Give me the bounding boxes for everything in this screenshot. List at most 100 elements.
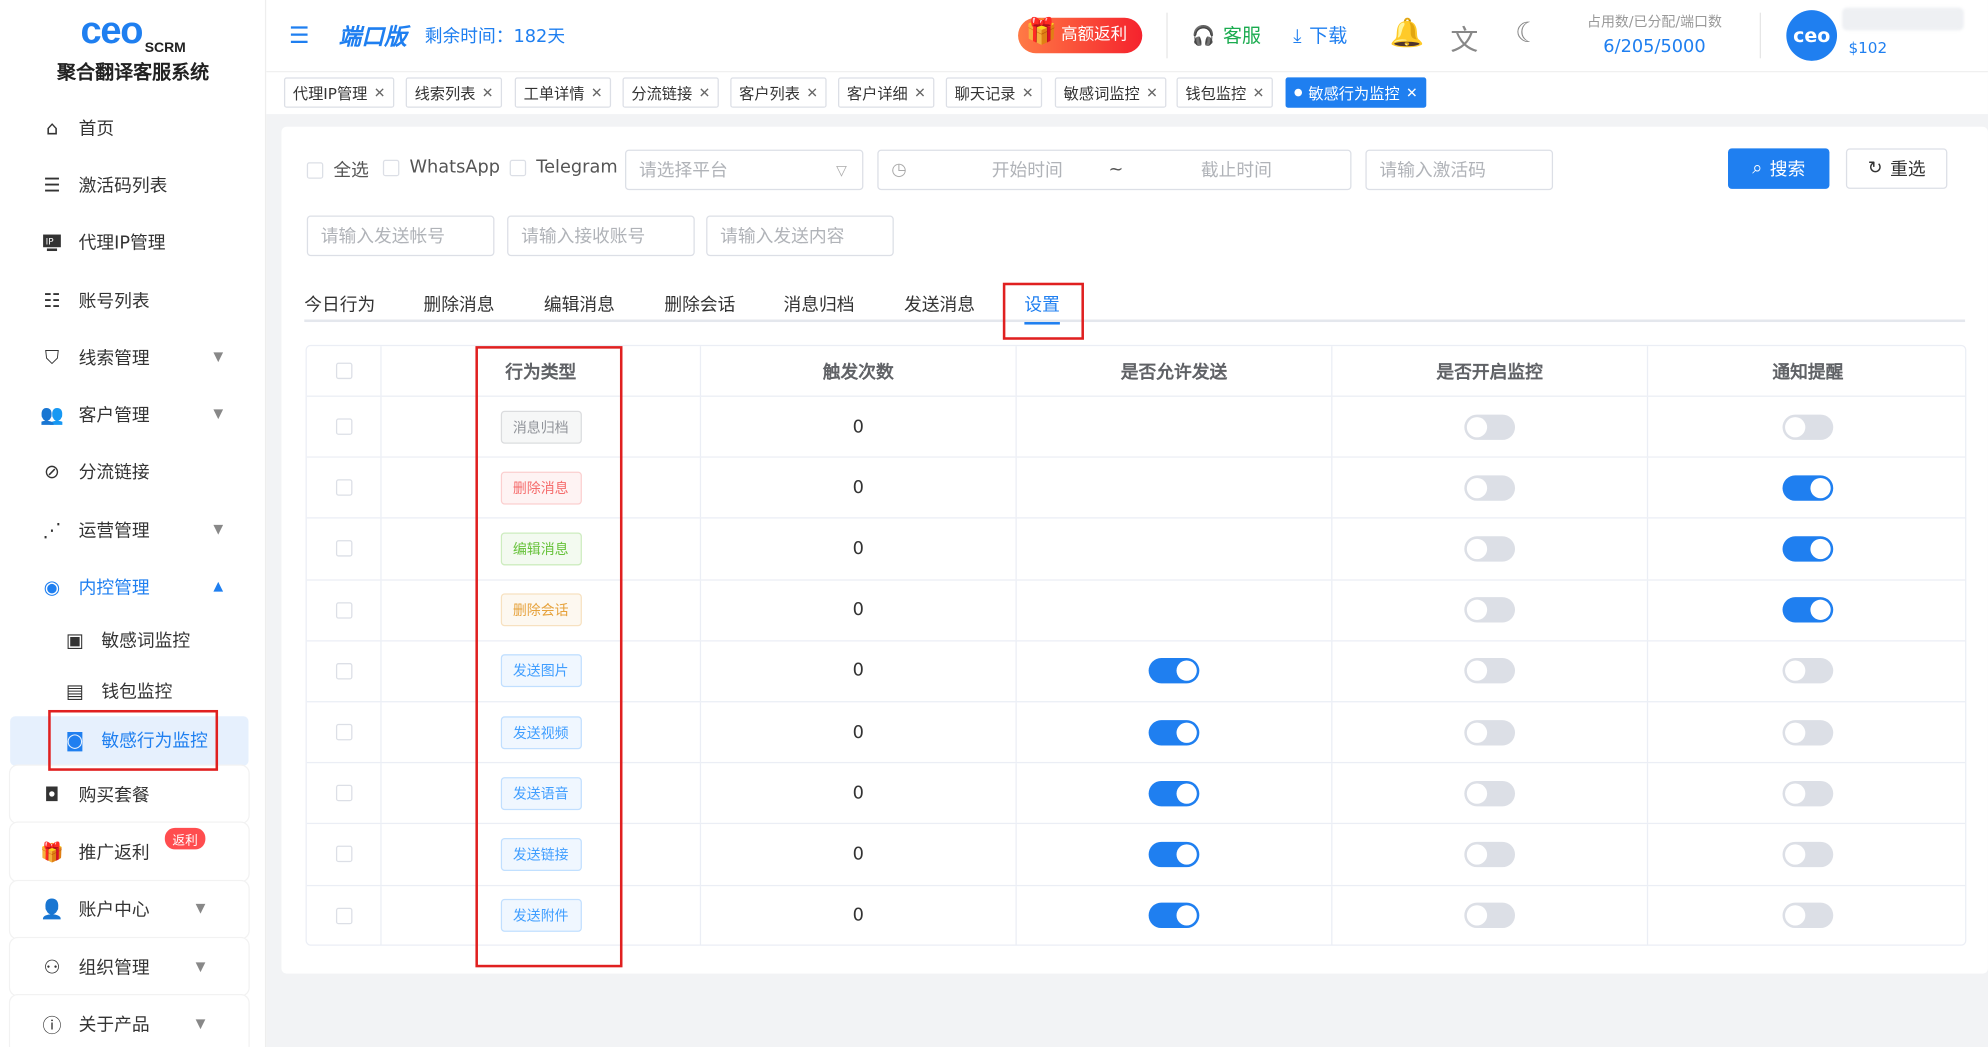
- tab-customer-list[interactable]: 客户列表 ✕: [730, 77, 827, 108]
- enable-monitor-switch[interactable]: [1464, 780, 1516, 807]
- checkbox-box[interactable]: [509, 159, 527, 176]
- allow-send-switch[interactable]: [1148, 841, 1200, 868]
- whatsapp-checkbox[interactable]: WhatsApp: [382, 157, 500, 177]
- close-icon[interactable]: ✕: [1146, 84, 1158, 100]
- sidebar-item-organization[interactable]: ⚇ 组织管理 ▼: [10, 938, 249, 996]
- sidebar-item-account-center[interactable]: 👤 账户中心 ▼: [10, 880, 249, 939]
- notify-switch[interactable]: [1782, 658, 1834, 684]
- close-icon[interactable]: ✕: [806, 84, 818, 100]
- enable-monitor-switch[interactable]: [1464, 902, 1516, 929]
- customer-service-button[interactable]: 🎧 客服: [1192, 22, 1261, 49]
- row-checkbox[interactable]: [335, 418, 352, 435]
- translate-icon[interactable]: 文: [1450, 18, 1478, 59]
- notify-switch[interactable]: [1782, 414, 1834, 440]
- bell-icon[interactable]: 🔔: [1390, 18, 1425, 50]
- sidebar-item-operations[interactable]: ⋰ 运营管理 ▼: [0, 501, 265, 558]
- row-checkbox[interactable]: [335, 846, 352, 863]
- sidebar-item-sensitive-words[interactable]: ▣ 敏感词监控: [0, 616, 265, 666]
- notify-switch[interactable]: [1782, 841, 1834, 868]
- tab-sensitive-words[interactable]: 敏感词监控 ✕: [1054, 77, 1167, 108]
- close-icon[interactable]: ✕: [1253, 84, 1265, 100]
- sidebar-item-buy-package[interactable]: ◘ 购买套餐: [10, 765, 249, 824]
- tab-split-links[interactable]: 分流链接 ✕: [622, 77, 720, 108]
- tab-settings[interactable]: 设置: [1024, 292, 1060, 325]
- sidebar-item-referral[interactable]: 🎁 推广返利 返利: [10, 823, 249, 881]
- reset-button[interactable]: ↻ 重选: [1845, 148, 1948, 189]
- sidebar-item-leads[interactable]: ⛉ 线索管理 ▼: [0, 329, 265, 386]
- menu-collapse-icon[interactable]: ☰: [289, 23, 309, 50]
- sidebar-item-internal-control[interactable]: ◉ 内控管理 ▲: [0, 558, 265, 615]
- sidebar-item-proxy-ip[interactable]: IP 代理IP管理: [0, 214, 265, 271]
- sidebar-item-sensitive-behavior[interactable]: ◙ 敏感行为监控: [10, 715, 249, 766]
- close-icon[interactable]: ✕: [699, 84, 711, 100]
- tab-ticket-detail[interactable]: 工单详情 ✕: [514, 77, 612, 108]
- tab-customer-detail[interactable]: 客户详细 ✕: [838, 77, 935, 108]
- avatar[interactable]: ceo: [1786, 10, 1838, 61]
- sidebar-item-wallet-monitor[interactable]: ▤ 钱包监控: [0, 666, 265, 716]
- notify-switch[interactable]: [1782, 536, 1834, 562]
- sidebar-item-home[interactable]: ⌂ 首页: [0, 99, 265, 156]
- enable-monitor-switch[interactable]: [1464, 414, 1516, 440]
- behavior-type-tag: 发送语音: [500, 776, 582, 810]
- row-checkbox[interactable]: [335, 724, 352, 741]
- tab-send-message[interactable]: 发送消息: [904, 292, 975, 317]
- promo-button[interactable]: 🎁 高额返利: [1018, 15, 1143, 54]
- dark-mode-icon[interactable]: ☾: [1515, 18, 1540, 50]
- row-checkbox[interactable]: [335, 907, 352, 924]
- allow-send-switch[interactable]: [1148, 902, 1200, 929]
- allow-send-switch[interactable]: [1148, 780, 1200, 807]
- checkbox-box[interactable]: [382, 159, 400, 176]
- enable-monitor-switch[interactable]: [1464, 658, 1516, 684]
- enable-monitor-switch[interactable]: [1464, 536, 1516, 562]
- row-checkbox[interactable]: [335, 601, 352, 619]
- tab-proxy-ip[interactable]: 代理IP管理 ✕: [283, 77, 395, 108]
- close-icon[interactable]: ✕: [1022, 84, 1034, 100]
- content-input[interactable]: 请输入发送内容: [706, 215, 894, 257]
- tab-delete-message[interactable]: 删除消息: [423, 292, 494, 317]
- row-checkbox[interactable]: [335, 540, 352, 558]
- tab-wallet-monitor[interactable]: 钱包监控 ✕: [1176, 77, 1274, 108]
- enable-monitor-switch[interactable]: [1464, 841, 1516, 868]
- sidebar-item-split-links[interactable]: ⊘ 分流链接: [0, 443, 265, 500]
- header-checkbox[interactable]: [335, 362, 352, 380]
- notify-switch[interactable]: [1782, 902, 1834, 929]
- notify-switch[interactable]: [1782, 780, 1834, 807]
- sidebar-item-accounts[interactable]: ☷ 账号列表: [0, 271, 265, 328]
- allow-send-switch[interactable]: [1148, 719, 1200, 745]
- close-icon[interactable]: ✕: [914, 84, 926, 100]
- enable-monitor-switch[interactable]: [1464, 597, 1516, 623]
- tab-edit-message[interactable]: 编辑消息: [544, 292, 615, 317]
- date-range-picker[interactable]: ◷ 开始时间 ~ 截止时间: [877, 149, 1352, 191]
- close-icon[interactable]: ✕: [1406, 84, 1418, 100]
- tab-delete-session[interactable]: 删除会话: [664, 292, 735, 317]
- notify-switch[interactable]: [1782, 475, 1834, 501]
- sidebar-item-customers[interactable]: 👥 客户管理 ▼: [0, 386, 265, 443]
- checkbox-box[interactable]: [306, 161, 324, 179]
- row-checkbox[interactable]: [335, 662, 352, 680]
- receiver-account-input[interactable]: 请输入接收账号: [507, 215, 695, 257]
- row-checkbox[interactable]: [335, 479, 352, 497]
- notify-switch[interactable]: [1782, 719, 1834, 745]
- platform-select[interactable]: 请选择平台 ▽: [625, 149, 864, 191]
- sidebar-item-activation-codes[interactable]: ☰ 激活码列表: [0, 156, 265, 213]
- select-all-checkbox[interactable]: 全选: [306, 157, 369, 182]
- tab-archive-message[interactable]: 消息归档: [784, 292, 855, 317]
- enable-monitor-switch[interactable]: [1464, 719, 1516, 745]
- search-button[interactable]: ⌕ 搜索: [1728, 148, 1830, 189]
- telegram-checkbox[interactable]: Telegram: [509, 157, 618, 177]
- allow-send-switch[interactable]: [1148, 658, 1200, 684]
- download-button[interactable]: ⤓ 下载: [1293, 22, 1347, 49]
- sidebar-item-about[interactable]: ⓘ 关于产品 ▼: [10, 995, 249, 1047]
- close-icon[interactable]: ✕: [482, 84, 494, 100]
- enable-monitor-switch[interactable]: [1464, 475, 1516, 501]
- tab-today-behavior[interactable]: 今日行为: [304, 292, 375, 317]
- tab-chat-records[interactable]: 聊天记录 ✕: [945, 77, 1043, 108]
- tab-sensitive-behavior[interactable]: 敏感行为监控 ✕: [1285, 77, 1427, 108]
- sender-account-input[interactable]: 请输入发送帐号: [306, 215, 495, 257]
- close-icon[interactable]: ✕: [374, 84, 386, 100]
- activation-code-input[interactable]: 请输入激活码: [1365, 149, 1554, 191]
- tab-leads[interactable]: 线索列表 ✕: [405, 77, 503, 108]
- notify-switch[interactable]: [1782, 597, 1834, 623]
- row-checkbox[interactable]: [335, 785, 352, 802]
- close-icon[interactable]: ✕: [591, 84, 603, 100]
